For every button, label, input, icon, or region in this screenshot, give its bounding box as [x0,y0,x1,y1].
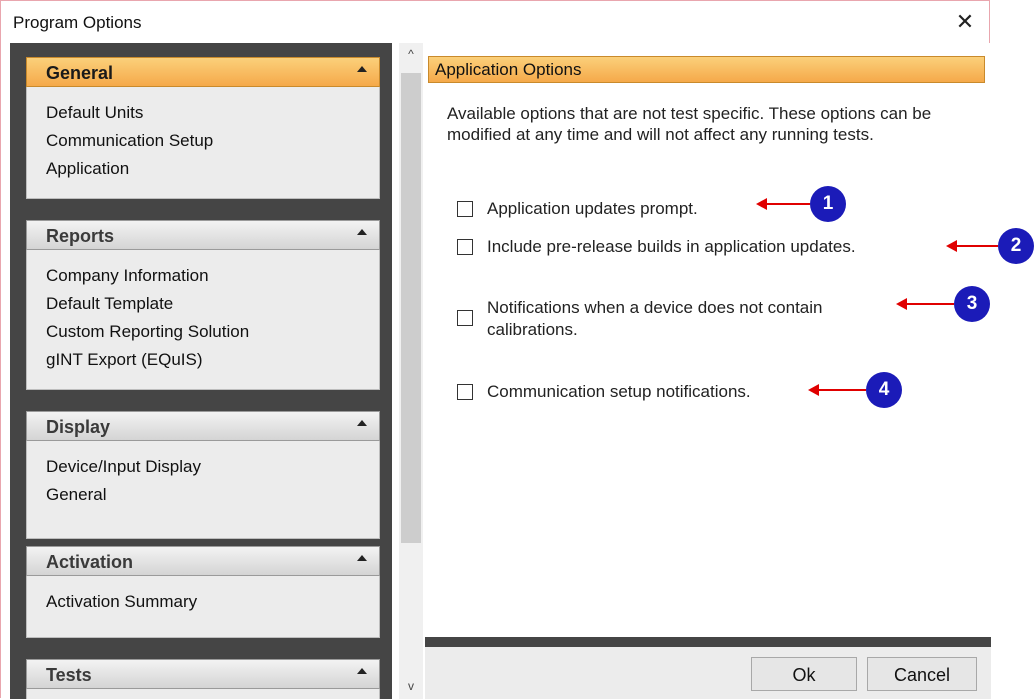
footer-divider [425,637,991,647]
nav-group-display: Display Device/Input Display General [26,411,380,539]
collapse-caret-icon[interactable] [357,668,367,674]
checkbox[interactable] [457,239,473,255]
nav-group-header-display[interactable]: Display [26,411,380,441]
options-nav-panel: General Default Units Communication Setu… [10,43,392,699]
arrow-line [766,203,810,205]
option-label: Communication setup notifications. [487,382,751,401]
nav-item-default-template[interactable]: Default Template [27,290,379,318]
nav-group-label: General [46,63,114,83]
arrow-line [906,303,954,305]
section-description: Available options that are not test spec… [447,104,932,144]
nav-group-body: Device/Input Display General [26,441,380,539]
checkbox[interactable] [457,384,473,400]
nav-group-reports: Reports Company Information Default Temp… [26,220,380,390]
scroll-up-icon[interactable]: ^ [399,43,423,65]
window-title: Program Options [13,13,142,32]
nav-group-body: Default Units Communication Setup Applic… [26,87,380,199]
nav-scrollbar[interactable]: ^ v [399,43,423,699]
option-label: Notifications when a device does not con… [487,298,823,317]
nav-item-application[interactable]: Application [27,155,379,183]
scroll-down-icon[interactable]: v [399,675,423,697]
checkbox[interactable] [457,201,473,217]
nav-group-header-activation[interactable]: Activation [26,546,380,576]
nav-group-header-reports[interactable]: Reports [26,220,380,250]
close-icon[interactable]: ✕ [945,5,985,39]
collapse-caret-icon[interactable] [357,420,367,426]
nav-group-label: Display [46,417,111,437]
nav-item-communication-setup[interactable]: Communication Setup [27,127,379,155]
arrow-line [956,245,998,247]
nav-item-company-information[interactable]: Company Information [27,262,379,290]
nav-item-display-general[interactable]: General [27,481,379,509]
nav-item-activation-summary[interactable]: Activation Summary [27,588,379,616]
arrow-line [818,389,866,391]
callout-badge: 4 [866,372,902,408]
options-content-panel: Application Options Available options th… [425,43,991,699]
callout-badge: 3 [954,286,990,322]
ok-button[interactable]: Ok [751,657,857,691]
callout-badge: 1 [810,186,846,222]
dialog-footer: Ok Cancel [425,647,991,699]
option-label-line2: calibrations. [487,320,578,339]
checkbox[interactable] [457,310,473,326]
section-header: Application Options [428,56,985,83]
nav-group-header-tests[interactable]: Tests [26,659,380,689]
nav-group-label: Tests [46,665,92,685]
collapse-caret-icon[interactable] [357,229,367,235]
title-bar: Program Options ✕ [1,1,989,43]
collapse-caret-icon[interactable] [357,555,367,561]
option-label: Application updates prompt. [487,199,698,218]
program-options-window: Program Options ✕ General Default Units … [0,0,991,699]
scroll-thumb[interactable] [401,73,421,543]
nav-group-tests: Tests [26,659,380,699]
nav-item-gint-export[interactable]: gINT Export (EQuIS) [27,346,379,374]
nav-group-activation: Activation Activation Summary [26,546,380,638]
nav-item-device-input-display[interactable]: Device/Input Display [27,453,379,481]
callout-badge: 2 [998,228,1034,264]
nav-group-body: Company Information Default Template Cus… [26,250,380,390]
nav-group-header-general[interactable]: General [26,57,380,87]
option-label: Include pre-release builds in applicatio… [487,237,856,256]
collapse-caret-icon[interactable] [357,66,367,72]
nav-group-body: Activation Summary [26,576,380,638]
nav-group-label: Activation [46,552,134,572]
section-title: Application Options [435,60,582,79]
nav-group-general: General Default Units Communication Setu… [26,57,380,199]
nav-item-custom-reporting-solution[interactable]: Custom Reporting Solution [27,318,379,346]
nav-group-label: Reports [46,226,115,246]
nav-item-default-units[interactable]: Default Units [27,99,379,127]
cancel-button[interactable]: Cancel [867,657,977,691]
